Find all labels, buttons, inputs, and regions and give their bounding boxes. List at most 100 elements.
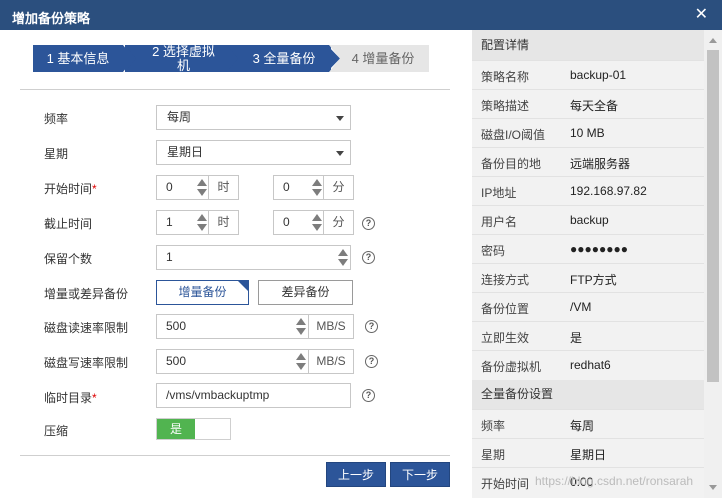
next-button[interactable]: 下一步 xyxy=(390,462,450,487)
dialog-titlebar: 增加备份策略 ✕ xyxy=(0,0,722,30)
help-icon[interactable]: ? xyxy=(362,389,375,402)
close-icon[interactable]: ✕ xyxy=(695,6,708,24)
spinner-icon[interactable] xyxy=(310,176,324,199)
wizard-steps: 1 基本信息 2 选择虚拟机 3 全量备份 4 增量备份 xyxy=(33,44,433,73)
end-hour-unit: 时 xyxy=(208,210,239,235)
summary-key: 备份虚拟机 xyxy=(481,360,542,374)
summary-key: 频率 xyxy=(481,419,506,433)
summary-row: 磁盘I/O阈值 10 MB xyxy=(472,118,704,147)
start-time-label: 开始时间* xyxy=(44,180,97,197)
temp-dir-label: 临时目录* xyxy=(44,389,97,406)
step-4[interactable]: 4 增量备份 xyxy=(329,45,429,72)
temp-dir-input[interactable]: /vms/vmbackuptmp xyxy=(156,383,351,408)
compress-toggle-on: 是 xyxy=(157,419,195,439)
start-minute-input[interactable]: 0 xyxy=(273,175,325,200)
end-hour-input[interactable]: 1 xyxy=(156,210,210,235)
summary-row: 用户名 backup xyxy=(472,205,704,234)
chevron-down-icon xyxy=(336,151,344,156)
compress-toggle[interactable]: 是 xyxy=(156,418,231,440)
summary-row: 策略描述 每天全备 xyxy=(472,89,704,118)
spinner-icon[interactable] xyxy=(336,246,350,269)
temp-dir-label-text: 临时目录 xyxy=(44,391,93,405)
required-mark: * xyxy=(92,391,97,405)
summary-row: IP地址 192.168.97.82 xyxy=(472,176,704,205)
scroll-up-icon[interactable] xyxy=(709,38,717,43)
spinner-icon[interactable] xyxy=(195,176,209,199)
summary-row: 星期 星期日 xyxy=(472,438,704,467)
end-minute-value: 0 xyxy=(283,215,290,229)
summary-key: 连接方式 xyxy=(481,273,530,287)
summary-scrollbar[interactable] xyxy=(704,30,722,498)
spinner-icon[interactable] xyxy=(195,211,209,234)
prev-button[interactable]: 上一步 xyxy=(326,462,386,487)
summary-key: 立即生效 xyxy=(481,331,530,345)
help-icon[interactable]: ? xyxy=(365,320,378,333)
step-1-label: 1 基本信息 xyxy=(46,51,110,66)
disk-write-limit-unit: MB/S xyxy=(308,349,354,374)
summary-key: 星期 xyxy=(481,448,506,462)
summary-key: IP地址 xyxy=(481,186,517,200)
spinner-icon[interactable] xyxy=(310,211,324,234)
summary-row: 密码 ●●●●●●●● xyxy=(472,234,704,263)
retain-count-label: 保留个数 xyxy=(44,252,93,266)
summary-row: 连接方式 FTP方式 xyxy=(472,263,704,292)
summary-row: 备份位置/VM xyxy=(472,292,704,321)
disk-write-limit-value: 500 xyxy=(166,354,187,368)
summary-value: backup-01 xyxy=(570,68,627,82)
summary-value: /VM xyxy=(570,300,592,314)
chevron-down-icon xyxy=(336,116,344,121)
summary-value: 星期日 xyxy=(570,448,607,462)
start-hour-value: 0 xyxy=(166,180,173,194)
step-2[interactable]: 2 选择虚拟机 xyxy=(125,44,238,73)
incr-or-diff-label: 增量或差异备份 xyxy=(44,287,129,301)
summary-row: 频率 每周 xyxy=(472,409,704,438)
disk-write-limit-input[interactable]: 500 xyxy=(156,349,309,374)
disk-read-limit-input[interactable]: 500 xyxy=(156,314,309,339)
help-icon[interactable]: ? xyxy=(365,355,378,368)
scroll-thumb[interactable] xyxy=(707,50,719,382)
top-divider xyxy=(20,89,450,90)
selected-corner-icon xyxy=(237,280,249,292)
compress-label: 压缩 xyxy=(44,424,69,438)
step-1[interactable]: 1 基本信息 xyxy=(33,45,134,72)
summary-value: ●●●●●●●● xyxy=(570,242,628,256)
summary-row: 立即生效 是 xyxy=(472,321,704,350)
start-hour-input[interactable]: 0 xyxy=(156,175,210,200)
step-3[interactable]: 3 全量备份 xyxy=(227,45,340,72)
end-minute-input[interactable]: 0 xyxy=(273,210,325,235)
temp-dir-value: /vms/vmbackuptmp xyxy=(166,388,270,402)
summary-section-title: 全量备份设置 xyxy=(472,380,704,409)
step-3-label: 3 全量备份 xyxy=(252,51,316,66)
start-time-label-text: 开始时间 xyxy=(44,182,93,196)
step-2-label: 2 选择虚拟机 xyxy=(152,44,215,73)
differential-backup-option[interactable]: 差异备份 xyxy=(258,280,353,305)
required-mark: * xyxy=(92,182,97,196)
config-summary-title: 配置详情 xyxy=(472,30,704,60)
summary-value: 每周 xyxy=(570,419,595,433)
summary-key: 磁盘I/O阈值 xyxy=(481,128,546,142)
frequency-select[interactable]: 每周 xyxy=(156,105,351,130)
weekday-select[interactable]: 星期日 xyxy=(156,140,351,165)
incremental-backup-option[interactable]: 增量备份 xyxy=(156,280,249,305)
summary-key: 策略描述 xyxy=(481,99,530,113)
help-icon[interactable]: ? xyxy=(362,217,375,230)
dialog-title: 增加备份策略 xyxy=(12,11,91,26)
disk-read-limit-value: 500 xyxy=(166,319,187,333)
help-icon[interactable]: ? xyxy=(362,251,375,264)
end-hour-value: 1 xyxy=(166,215,173,229)
summary-row: 备份目的地 远端服务器 xyxy=(472,147,704,176)
start-minute-unit: 分 xyxy=(323,175,354,200)
step-4-label: 4 增量备份 xyxy=(351,51,415,66)
summary-key: 备份位置 xyxy=(481,302,530,316)
summary-key: 密码 xyxy=(481,244,506,258)
summary-row: 策略名称 backup-01 xyxy=(472,60,704,89)
frequency-value: 每周 xyxy=(167,110,192,124)
retain-count-input[interactable]: 1 xyxy=(156,245,351,270)
start-hour-unit: 时 xyxy=(208,175,239,200)
summary-key: 备份目的地 xyxy=(481,157,542,171)
summary-value: 每天全备 xyxy=(570,99,619,113)
scroll-down-icon[interactable] xyxy=(709,485,717,490)
spinner-icon[interactable] xyxy=(294,350,308,373)
spinner-icon[interactable] xyxy=(294,315,308,338)
summary-value: 10 MB xyxy=(570,126,605,140)
